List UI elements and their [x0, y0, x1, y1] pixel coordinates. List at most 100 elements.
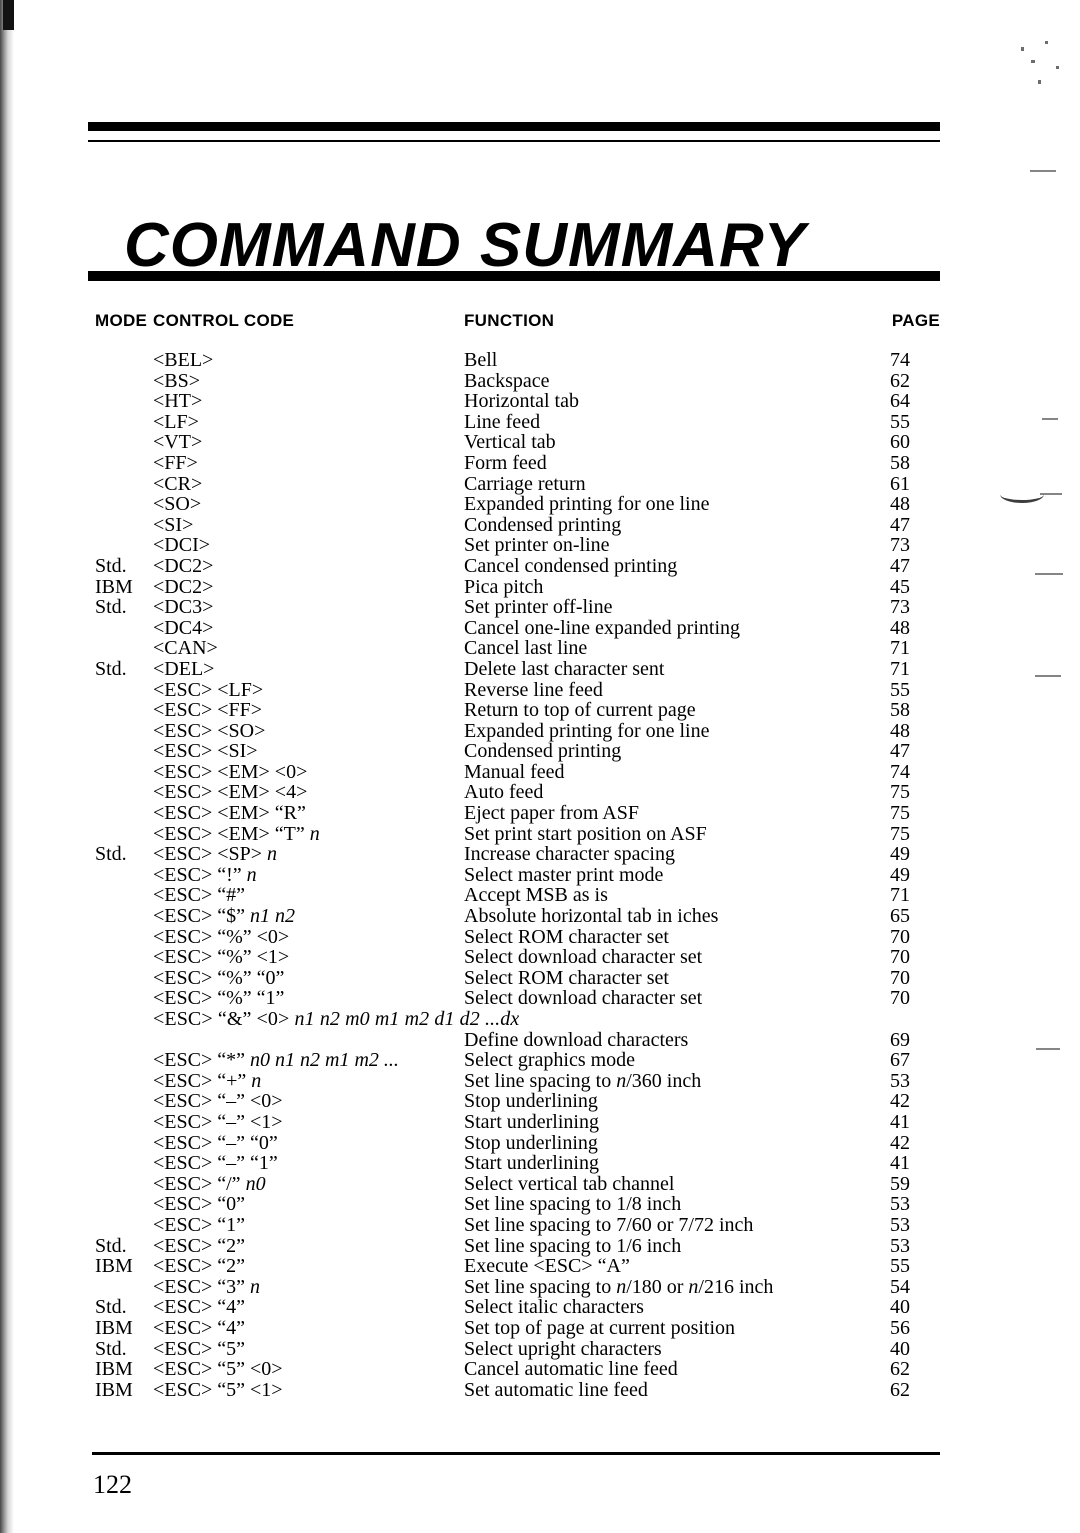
cell-control-code: <ESC> “$” n1 n2 — [153, 905, 295, 928]
cell-page: 55 — [890, 1255, 910, 1278]
cell-function: Set printer off-line — [464, 596, 613, 619]
table-row: IBM <ESC> “5” <1> Set automatic line feed 6… — [0, 1380, 1080, 1401]
cell-control-code: <ESC> “%” “0” — [153, 966, 285, 989]
cell-function: Eject paper from ASF — [464, 802, 639, 825]
cell-control-code: <LF> — [153, 410, 199, 433]
cell-mode: Std. — [95, 657, 127, 680]
cell-function: Form feed — [464, 451, 547, 474]
cell-page: 69 — [890, 1028, 910, 1051]
table-row: <ESC> “–” <0> Stop underlining 42 — [0, 1091, 1080, 1112]
table-row: <ESC> “–” <1> Start underlining 41 — [0, 1112, 1080, 1133]
cell-page: 75 — [890, 781, 910, 804]
table-row: Std. <DEL> Delete last character sent 71 — [0, 659, 1080, 680]
table-row: <ESC> <EM> <4> Auto feed 75 — [0, 782, 1080, 803]
cell-function: Carriage return — [464, 472, 586, 495]
cell-page: 75 — [890, 802, 910, 825]
cell-function: Start underlining — [464, 1152, 599, 1175]
cell-function: Set printer on-line — [464, 534, 610, 557]
table-row: <CR> Carriage return 61 — [0, 472, 1080, 495]
cell-function: Set line spacing to 1/8 inch — [464, 1193, 682, 1216]
cell-function: Start underlining — [464, 1110, 599, 1133]
cell-function: Select upright characters — [464, 1337, 662, 1360]
table-row: <BS> Backspace 62 — [0, 369, 1080, 392]
cell-control-code: <BS> — [153, 369, 201, 392]
cell-function: Condensed printing — [464, 513, 622, 536]
cell-mode: Std. — [95, 1234, 127, 1257]
table-row: <VT> Vertical tab 60 — [0, 432, 1080, 453]
cell-control-code: <ESC> “%” “1” — [153, 987, 285, 1010]
cell-page: 53 — [890, 1213, 910, 1236]
document-page: COMMAND SUMMARY MODE CONTROL CODE FUNCTI… — [0, 0, 1080, 1533]
cell-control-code: <DC2> — [153, 575, 214, 598]
cell-control-code: <ESC> “2” — [153, 1255, 245, 1278]
table-row: <ESC> <EM> “R” Eject paper from ASF 75 — [0, 803, 1080, 824]
cell-page: 62 — [890, 1358, 910, 1381]
table-row: <ESC> “%” <0> Select ROM character set 70 — [0, 927, 1080, 948]
cell-control-code: <CR> — [153, 472, 203, 495]
scan-artifact-dash — [1042, 418, 1058, 420]
cell-function: Backspace — [464, 369, 550, 392]
cell-function: Cancel condensed printing — [464, 554, 678, 577]
cell-control-code: <ESC> “/” n0 — [153, 1172, 266, 1195]
cell-page: 49 — [890, 843, 910, 866]
cell-page: 53 — [890, 1069, 910, 1092]
scan-artifact-curve — [1000, 486, 1044, 503]
table-row: <ESC> “%” “1” Select download character s… — [0, 988, 1080, 1009]
cell-page: 40 — [890, 1296, 910, 1319]
cell-function: Stop underlining — [464, 1090, 598, 1113]
cell-function: Horizontal tab — [464, 390, 579, 413]
cell-control-code: <ESC> “5” <1> — [153, 1378, 283, 1401]
cell-control-code: <DC2> — [153, 554, 214, 577]
cell-control-code: <ESC> “2” — [153, 1234, 245, 1257]
table-row: <ESC> “%” <1> Select download character s… — [0, 947, 1080, 968]
table-row: <FF> Form feed 58 — [0, 453, 1080, 474]
cell-page: 71 — [890, 637, 910, 660]
table-row: <CAN> Cancel last line 71 — [0, 638, 1080, 659]
table-row: IBM <ESC> “4” Set top of page at current p… — [0, 1318, 1080, 1339]
cell-control-code: <DEL> — [153, 657, 215, 680]
cell-page: 47 — [890, 513, 910, 536]
table-row: <ESC> “*” n0 n1 n2 m1 m2 ... Select graph… — [0, 1050, 1080, 1071]
table-row: <ESC> “0” Set line spacing to 1/8 inch 53 — [0, 1194, 1080, 1215]
cell-control-code: <ESC> <SI> — [153, 740, 258, 763]
table-row: <ESC> <EM> <0> Manual feed 74 — [0, 762, 1080, 783]
cell-function: Set line spacing to 1/6 inch — [464, 1234, 682, 1257]
cell-function: Delete last character sent — [464, 657, 665, 680]
cell-control-code: <CAN> — [153, 637, 218, 660]
cell-function: Bell — [464, 349, 498, 371]
header-rule-thin — [88, 140, 940, 142]
table-row: <ESC> “#” Accept MSB as is 71 — [0, 885, 1080, 906]
cell-control-code: <SO> — [153, 493, 202, 516]
cell-control-code: <VT> — [153, 431, 203, 454]
cell-control-code: <DC4> — [153, 616, 214, 639]
cell-mode: IBM — [95, 1316, 133, 1339]
cell-function: Expanded printing for one line — [464, 493, 710, 516]
cell-function: Vertical tab — [464, 431, 556, 454]
table-row: Std. <DC2> Cancel condensed printing 47 — [0, 556, 1080, 577]
page-number: 122 — [93, 1470, 132, 1499]
cell-page: 75 — [890, 822, 910, 845]
cell-page: 53 — [890, 1193, 910, 1216]
table-row: <ESC> “%” “0” Select ROM character set 70 — [0, 968, 1080, 989]
cell-control-code: <ESC> “*” n0 n1 n2 m1 m2 ... — [153, 1049, 399, 1072]
cell-function: Expanded printing for one line — [464, 719, 710, 742]
cell-control-code: <ESC> <EM> “R” — [153, 802, 306, 825]
cell-function: Set print start position on ASF — [464, 822, 707, 845]
cell-page: 70 — [890, 925, 910, 948]
cell-page: 41 — [890, 1152, 910, 1175]
cell-function: Set automatic line feed — [464, 1378, 648, 1401]
cell-control-code: <ESC> <EM> <0> — [153, 760, 308, 783]
cell-page: 70 — [890, 987, 910, 1010]
cell-page: 59 — [890, 1172, 910, 1195]
cell-mode: IBM — [95, 575, 133, 598]
scan-artifact-dash — [1036, 1048, 1060, 1050]
cell-page: 58 — [890, 699, 910, 722]
table-row: Std. <ESC> <SP> n Increase character spaci… — [0, 844, 1080, 865]
cell-page: 74 — [890, 349, 910, 371]
cell-page: 55 — [890, 678, 910, 701]
cell-function: Cancel one-line expanded printing — [464, 616, 741, 639]
table-row: <ESC> <LF> Reverse line feed 55 — [0, 678, 1080, 701]
cell-page: 56 — [890, 1316, 910, 1339]
cell-page: 55 — [890, 410, 910, 433]
column-header-page: PAGE — [891, 311, 940, 330]
